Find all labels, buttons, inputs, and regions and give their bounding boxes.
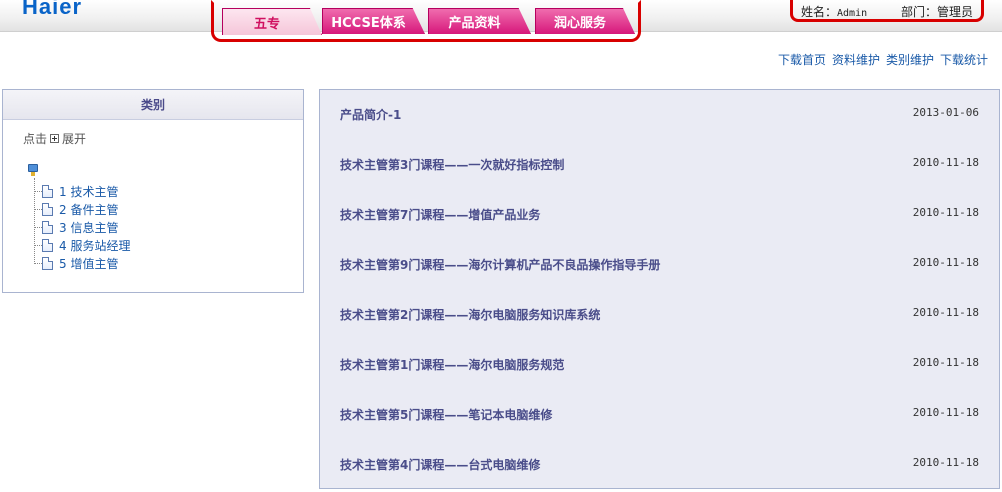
user-dept-label: 部门： [901, 5, 938, 19]
list-item[interactable]: 技术主管第2门课程——海尔电脑服务知识库系统 2010-11-18 [320, 290, 999, 340]
tab-wuzhuan[interactable]: 五专 [222, 8, 322, 35]
tree-item-label: 2 备件主管 [59, 202, 119, 217]
list-item[interactable]: 产品简介-1 2013-01-06 [320, 90, 999, 140]
link-category-maintenance[interactable]: 类别维护 [886, 51, 934, 68]
document-icon [42, 238, 53, 252]
list-item[interactable]: 技术主管第7门课程——增值产品业务 2010-11-18 [320, 190, 999, 240]
link-download-stats[interactable]: 下载统计 [940, 51, 988, 68]
user-name: 姓名：Admin [801, 3, 867, 20]
user-dept-value: 管理员 [937, 5, 974, 19]
list-item-title[interactable]: 技术主管第4门课程——台式电脑维修 [340, 456, 540, 473]
list-item[interactable]: 技术主管第1门课程——海尔电脑服务规范 2010-11-18 [320, 340, 999, 390]
tab-product-docs[interactable]: 产品资料 [428, 8, 531, 34]
list-item-title[interactable]: 技术主管第9门课程——海尔计算机产品不良品操作指导手册 [340, 256, 660, 273]
expand-prefix: 点击 [23, 132, 48, 146]
tree-item-tech-lead[interactable]: 1 技术主管 [34, 182, 118, 200]
expand-control[interactable]: 点击 展开 [23, 130, 86, 147]
list-item-title[interactable]: 技术主管第2门课程——海尔电脑服务知识库系统 [340, 306, 600, 323]
tree-item-label: 5 增值主管 [59, 256, 119, 271]
sidebar-title: 类别 [3, 90, 303, 120]
computer-icon[interactable] [27, 164, 39, 178]
tree-item-parts-lead[interactable]: 2 备件主管 [34, 200, 118, 218]
document-list: 产品简介-1 2013-01-06 技术主管第3门课程——一次就好指标控制 20… [319, 89, 1000, 489]
top-links: 下载首页 资料维护 类别维护 下载统计 [778, 51, 988, 68]
document-icon [42, 256, 53, 270]
list-item[interactable]: 技术主管第9门课程——海尔计算机产品不良品操作指导手册 2010-11-18 [320, 240, 999, 290]
user-name-label: 姓名： [801, 5, 838, 19]
list-item-date: 2010-11-18 [912, 306, 979, 319]
tree-item-value-added-lead[interactable]: 5 增值主管 [34, 254, 118, 272]
list-item-title[interactable]: 技术主管第1门课程——海尔电脑服务规范 [340, 356, 564, 373]
list-item[interactable]: 技术主管第5门课程——笔记本电脑维修 2010-11-18 [320, 390, 999, 440]
list-item-date: 2010-11-18 [912, 256, 979, 269]
tree-item-info-lead[interactable]: 3 信息主管 [34, 218, 118, 236]
list-item-title[interactable]: 产品简介-1 [340, 106, 401, 123]
category-sidebar: 类别 点击 展开 1 技术主管 2 备件主管 3 信息主管 4 服务站经理 5 … [2, 89, 304, 293]
document-icon [42, 202, 53, 216]
list-item-date: 2010-11-18 [912, 456, 979, 469]
document-icon [42, 184, 53, 198]
list-item[interactable]: 技术主管第3门课程——一次就好指标控制 2010-11-18 [320, 140, 999, 190]
expand-label: 展开 [62, 132, 87, 146]
tree-item-label: 4 服务站经理 [59, 238, 131, 253]
document-icon [42, 220, 53, 234]
list-item-title[interactable]: 技术主管第5门课程——笔记本电脑维修 [340, 406, 552, 423]
user-name-value: Admin [837, 8, 868, 19]
list-item-title[interactable]: 技术主管第7门课程——增值产品业务 [340, 206, 540, 223]
tab-hccse[interactable]: HCCSE体系 [322, 8, 425, 34]
list-item-title[interactable]: 技术主管第3门课程——一次就好指标控制 [340, 156, 564, 173]
list-item[interactable]: 技术主管第4门课程——台式电脑维修 2010-11-18 [320, 440, 999, 490]
list-item-date: 2010-11-18 [912, 356, 979, 369]
list-item-date: 2010-11-18 [912, 156, 979, 169]
tree-item-label: 3 信息主管 [59, 220, 119, 235]
list-item-date: 2010-11-18 [912, 406, 979, 419]
user-dept: 部门：管理员 [901, 3, 973, 20]
plus-box-icon[interactable] [50, 134, 60, 143]
list-item-date: 2013-01-06 [912, 106, 979, 119]
list-item-date: 2010-11-18 [912, 206, 979, 219]
tree-item-station-manager[interactable]: 4 服务站经理 [34, 236, 130, 254]
link-download-home[interactable]: 下载首页 [778, 51, 826, 68]
tree-item-label: 1 技术主管 [59, 184, 119, 199]
link-doc-maintenance[interactable]: 资料维护 [832, 51, 880, 68]
haier-logo[interactable]: Haier [22, 0, 82, 20]
tab-runxin-service[interactable]: 润心服务 [535, 8, 635, 34]
